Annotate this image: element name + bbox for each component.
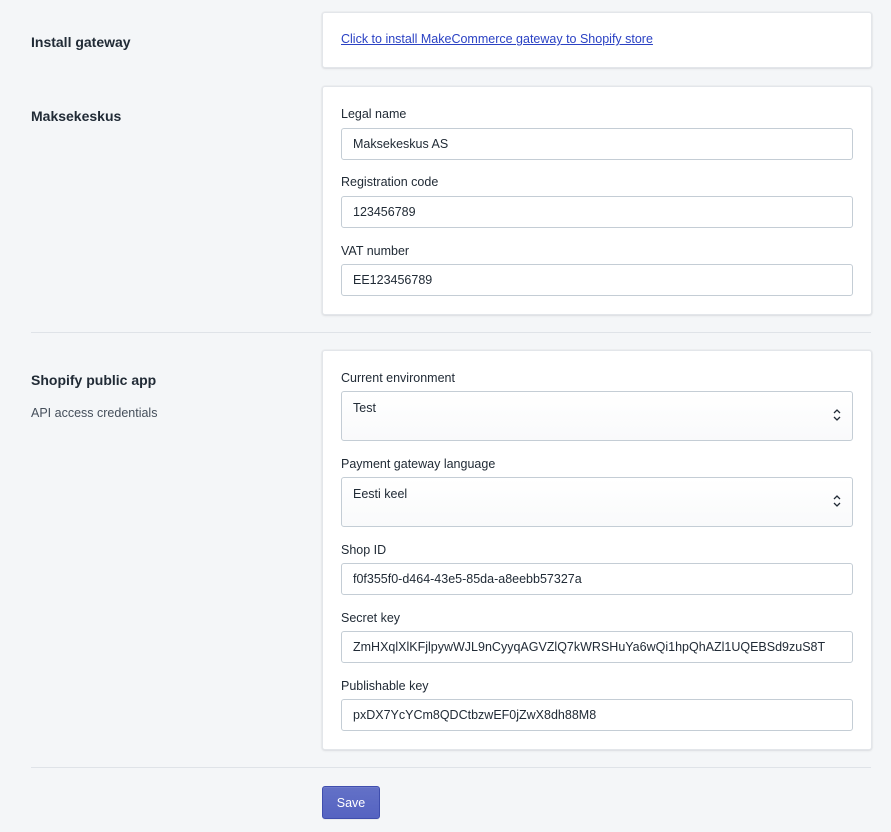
vat-number-label: VAT number [341, 244, 410, 258]
install-gateway-card: Click to install MakeCommerce gateway to… [322, 12, 872, 68]
secret-key-label: Secret key [341, 611, 401, 625]
language-label: Payment gateway language [341, 457, 496, 471]
legal-name-label: Legal name [341, 107, 407, 121]
save-button[interactable]: Save [322, 786, 380, 819]
app-card: Current environment Test Payment gateway… [322, 350, 872, 750]
environment-selected: Test [353, 401, 376, 415]
vat-number-input[interactable]: EE123456789 [341, 264, 853, 296]
app-section-description: API access credentials [31, 406, 158, 420]
legal-name-input[interactable]: Maksekeskus AS [341, 128, 853, 160]
section-divider [31, 332, 871, 333]
publishable-key-label: Publishable key [341, 679, 429, 693]
install-gateway-title: Install gateway [31, 34, 131, 50]
company-section-title: Maksekeskus [31, 108, 122, 124]
language-select[interactable]: Eesti keel [341, 477, 853, 527]
install-gateway-link[interactable]: Click to install MakeCommerce gateway to… [341, 32, 653, 46]
secret-key-input[interactable]: ZmHXqlXlKFjlpywWJL9nCyyqAGVZlQ7kWRSHuYa6… [341, 631, 853, 663]
registration-code-input[interactable]: 123456789 [341, 196, 853, 228]
settings-page: Install gateway Click to install MakeCom… [0, 0, 891, 832]
footer-divider [31, 767, 871, 768]
company-card: Legal name Maksekeskus AS Registration c… [322, 86, 872, 315]
shop-id-label: Shop ID [341, 543, 387, 557]
select-caret-icon [833, 495, 841, 507]
publishable-key-input[interactable]: pxDX7YcYCm8QDCtbzwEF0jZwX8dh88M8 [341, 699, 853, 731]
registration-code-label: Registration code [341, 175, 439, 189]
environment-label: Current environment [341, 371, 455, 385]
language-selected: Eesti keel [353, 487, 408, 501]
shop-id-input[interactable]: f0f355f0-d464-43e5-85da-a8eebb57327a [341, 563, 853, 595]
select-caret-icon [833, 409, 841, 421]
environment-select[interactable]: Test [341, 391, 853, 441]
app-section-title: Shopify public app [31, 372, 157, 388]
